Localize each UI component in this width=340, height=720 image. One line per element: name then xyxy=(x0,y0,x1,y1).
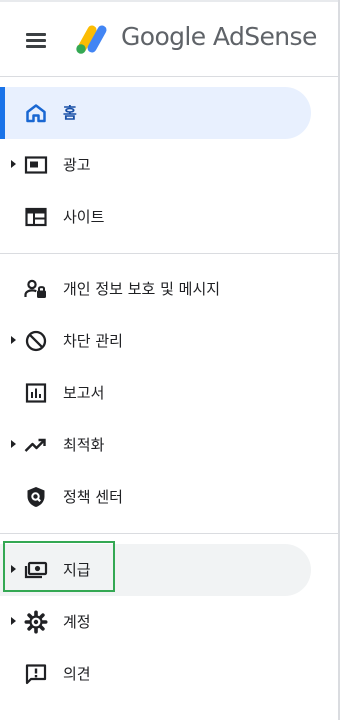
nav-divider xyxy=(0,253,338,254)
bar-chart-icon xyxy=(23,381,49,405)
expand-caret-icon xyxy=(11,565,16,573)
nav-label-payments: 지급 xyxy=(63,561,91,579)
nav-divider xyxy=(0,533,338,534)
expand-caret-icon xyxy=(11,617,16,625)
nav-item-account[interactable]: 계정 xyxy=(0,596,338,648)
nav-label-optimization: 최적화 xyxy=(63,436,105,454)
expand-caret-icon xyxy=(11,160,16,168)
nav-item-sites[interactable]: 사이트 xyxy=(0,191,338,243)
nav-item-blocking[interactable]: 차단 관리 xyxy=(0,315,338,367)
active-indicator xyxy=(0,87,5,139)
nav-label-reports: 보고서 xyxy=(63,384,105,402)
brand-title: Google AdSense xyxy=(121,22,317,51)
header-divider xyxy=(0,76,338,77)
expand-caret-icon xyxy=(11,440,16,448)
nav-label-policy: 정책 센터 xyxy=(63,488,123,506)
privacy-person-lock-icon xyxy=(23,277,49,301)
nav-label-ads: 광고 xyxy=(63,156,91,174)
feedback-icon xyxy=(23,662,49,686)
nav-item-reports[interactable]: 보고서 xyxy=(0,367,338,419)
gear-icon xyxy=(23,610,49,634)
adsense-logo-icon xyxy=(76,25,107,54)
home-icon xyxy=(23,101,49,125)
nav-item-ads[interactable]: 광고 xyxy=(0,139,338,191)
nav-item-home[interactable]: 홈 xyxy=(0,87,338,139)
nav-label-sites: 사이트 xyxy=(63,208,105,226)
nav-item-feedback[interactable]: 의견 xyxy=(0,648,338,700)
nav-item-payments[interactable]: 지급 xyxy=(0,544,338,596)
nav-item-optimization[interactable]: 최적화 xyxy=(0,419,338,471)
nav-label-blocking: 차단 관리 xyxy=(63,332,123,350)
expand-caret-icon xyxy=(11,336,16,344)
policy-shield-icon xyxy=(23,485,49,509)
main-menu-button[interactable] xyxy=(22,26,52,54)
app-header: Google AdSense xyxy=(0,2,338,76)
trending-up-icon xyxy=(23,433,49,457)
ad-unit-icon xyxy=(23,153,49,177)
nav-label-home: 홈 xyxy=(63,104,77,122)
nav-label-feedback: 의견 xyxy=(63,665,91,683)
nav-label-account: 계정 xyxy=(63,613,91,631)
web-layout-icon xyxy=(23,205,49,229)
nav-label-privacy: 개인 정보 보호 및 메시지 xyxy=(63,280,221,298)
nav-item-privacy[interactable]: 개인 정보 보호 및 메시지 xyxy=(0,263,338,315)
hamburger-menu-icon xyxy=(26,33,46,36)
nav-item-policy[interactable]: 정책 센터 xyxy=(0,471,338,523)
block-icon xyxy=(23,329,49,353)
payments-icon xyxy=(23,558,49,582)
